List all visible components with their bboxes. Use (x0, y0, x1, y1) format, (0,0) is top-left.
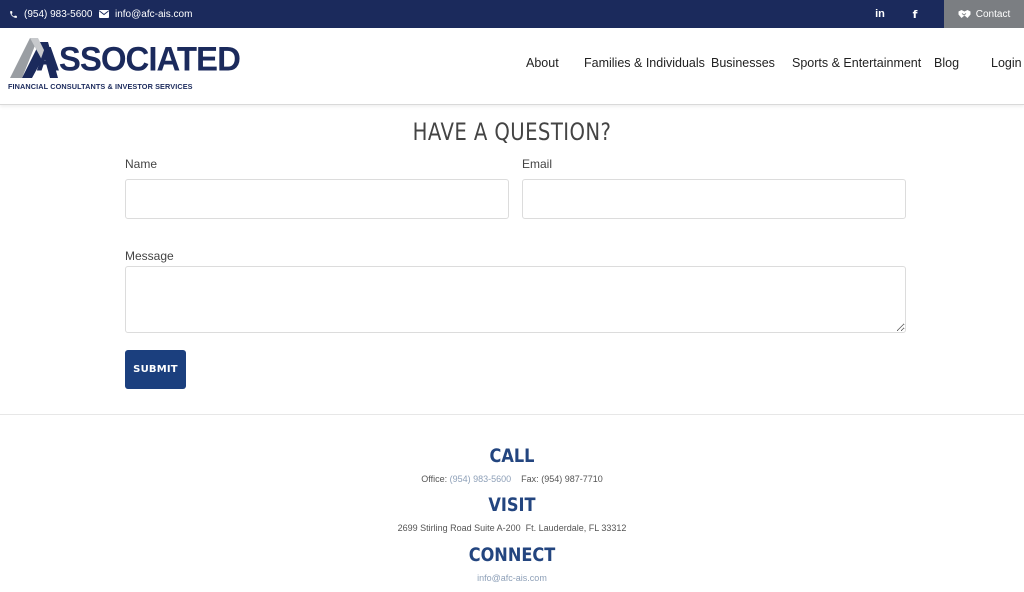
main-nav: About Families & Individuals Businesses … (0, 56, 1024, 76)
email-label: Email (522, 157, 553, 171)
message-label: Message (125, 249, 174, 263)
topbar-phone-text: (954) 983-5600 (24, 8, 93, 20)
nav-login[interactable]: Login (991, 56, 1022, 70)
address-street: 2699 Stirling Road Suite A-200 (397, 523, 521, 533)
name-label: Name (125, 157, 158, 171)
nav-businesses[interactable]: Businesses (711, 56, 775, 70)
phone-icon (10, 10, 17, 18)
top-utility-bar: (954) 983-5600 info@afc-ais.com in f Con… (0, 0, 1024, 28)
connect-line: info@afc-ais.com (0, 573, 1024, 583)
visit-heading: VISIT (488, 494, 536, 516)
site-header: ASSOCIATED FINANCIAL CONSULTANTS & INVES… (0, 28, 1024, 105)
topbar-email-text: info@afc-ais.com (115, 8, 193, 20)
fax-label: Fax: (521, 474, 539, 484)
section-divider (0, 414, 1024, 415)
office-label: Office: (421, 474, 448, 484)
nav-about[interactable]: About (526, 56, 559, 70)
envelope-icon (99, 10, 109, 18)
nav-sports-entertainment[interactable]: Sports & Entertainment (792, 56, 921, 70)
facebook-icon[interactable]: f (905, 0, 925, 28)
topbar-phone-link[interactable]: (954) 983-5600 (9, 0, 92, 28)
contact-button[interactable]: Contact (944, 0, 1024, 28)
address-city: Ft. Lauderdale, FL 33312 (525, 523, 627, 533)
message-field[interactable] (125, 266, 906, 333)
linkedin-icon[interactable]: in (870, 0, 890, 28)
connect-heading: CONNECT (468, 544, 556, 566)
fax-number: (954) 987-7710 (541, 474, 603, 484)
call-heading: CALL (489, 445, 535, 467)
email-field[interactable] (522, 179, 906, 219)
name-field[interactable] (125, 179, 509, 219)
topbar-email-link[interactable]: info@afc-ais.com (99, 0, 192, 28)
visit-address: 2699 Stirling Road Suite A-200 Ft. Laude… (0, 523, 1024, 533)
office-phone-link[interactable]: (954) 983-5600 (450, 474, 512, 484)
nav-blog[interactable]: Blog (934, 56, 959, 70)
nav-families-individuals[interactable]: Families & Individuals (584, 56, 705, 70)
logo-subtitle: FINANCIAL CONSULTANTS & INVESTOR SERVICE… (8, 82, 193, 91)
connect-email-link[interactable]: info@afc-ais.com (477, 573, 547, 583)
form-title: HAVE A QUESTION? (412, 118, 612, 146)
submit-button[interactable]: SUBMIT (125, 350, 186, 389)
call-details: Office: (954) 983-5600 Fax: (954) 987-77… (0, 474, 1024, 484)
contact-button-label: Contact (975, 8, 1011, 20)
handshake-icon (958, 10, 971, 18)
